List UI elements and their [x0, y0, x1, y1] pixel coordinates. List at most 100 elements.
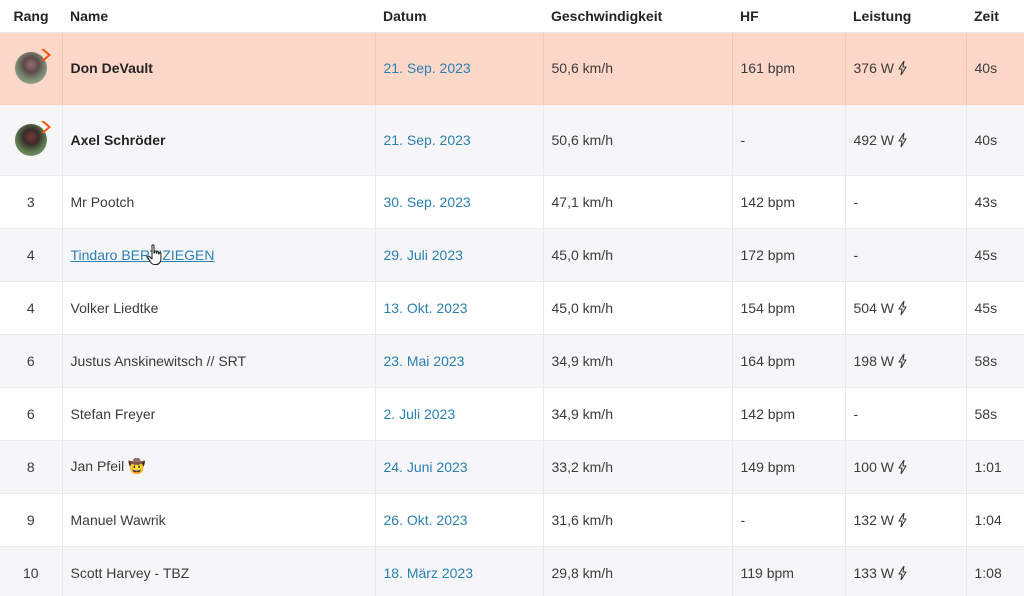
lightning-bolt-icon: [898, 300, 907, 315]
speed-cell: 31,6 km/h: [543, 493, 733, 547]
column-header-hf: HF: [732, 0, 845, 33]
power-value: 133 W: [853, 564, 894, 581]
table-row[interactable]: 8 Jan Pfeil 🤠 24. Juni 2023 33,2 km/h 14…: [0, 440, 1024, 494]
orange-chevron-badge-icon: [40, 120, 51, 133]
power-value: 492 W: [853, 131, 894, 148]
rank-value: 4: [0, 281, 63, 335]
athlete-name-cell: Tindaro BERTIZIEGEN: [62, 228, 376, 282]
athlete-name-cell: Axel Schröder: [62, 104, 376, 176]
power-cell: 133 W: [845, 546, 967, 596]
activity-date-link[interactable]: 13. Okt. 2023: [384, 300, 468, 316]
power-value: 198 W: [853, 352, 894, 369]
hf-cell: 154 bpm: [732, 281, 846, 335]
athlete-name-cell: Stefan Freyer: [62, 387, 376, 441]
time-cell: 40s: [966, 104, 1024, 176]
athlete-name-cell: Justus Anskinewitsch // SRT: [62, 334, 376, 388]
leaderboard-header: Rang Name Datum Geschwindigkeit HF Leist…: [0, 0, 1024, 33]
hf-cell: 164 bpm: [732, 334, 846, 388]
speed-cell: 34,9 km/h: [543, 334, 733, 388]
leaderboard-table: Rang Name Datum Geschwindigkeit HF Leist…: [0, 0, 1024, 596]
activity-date-link[interactable]: 21. Sep. 2023: [384, 132, 471, 148]
activity-date-link[interactable]: 2. Juli 2023: [384, 406, 456, 422]
athlete-name[interactable]: Jan Pfeil 🤠: [71, 458, 146, 474]
power-value: 100 W: [853, 458, 894, 475]
date-cell: 13. Okt. 2023: [375, 281, 544, 335]
activity-date-link[interactable]: 24. Juni 2023: [384, 459, 468, 475]
table-row[interactable]: 6 Stefan Freyer 2. Juli 2023 34,9 km/h 1…: [0, 387, 1024, 441]
leaderboard-body: Don DeVault 21. Sep. 2023 50,6 km/h 161 …: [0, 32, 1024, 596]
power-cell: 100 W: [845, 440, 967, 494]
power-value: -: [853, 246, 859, 263]
table-row[interactable]: Axel Schröder 21. Sep. 2023 50,6 km/h - …: [0, 104, 1024, 176]
hf-cell: 149 bpm: [732, 440, 846, 494]
activity-date-link[interactable]: 29. Juli 2023: [384, 247, 463, 263]
rank-value: 9: [0, 493, 63, 547]
activity-date-link[interactable]: 30. Sep. 2023: [384, 194, 471, 210]
athlete-name-cell: Scott Harvey - TBZ: [62, 546, 376, 596]
speed-cell: 33,2 km/h: [543, 440, 733, 494]
power-value: 132 W: [853, 511, 894, 528]
avatar[interactable]: [14, 120, 51, 156]
athlete-name[interactable]: Manuel Wawrik: [71, 512, 166, 528]
avatar[interactable]: [14, 49, 51, 84]
table-row[interactable]: 6 Justus Anskinewitsch // SRT 23. Mai 20…: [0, 334, 1024, 388]
speed-cell: 29,8 km/h: [543, 546, 733, 596]
power-value: 376 W: [853, 60, 894, 76]
activity-date-link[interactable]: 26. Okt. 2023: [384, 512, 468, 528]
time-cell: 1:04: [966, 493, 1024, 547]
header-row: Rang Name Datum Geschwindigkeit HF Leist…: [0, 0, 1024, 33]
date-cell: 21. Sep. 2023: [375, 32, 544, 105]
lightning-bolt-icon: [898, 132, 907, 147]
activity-date-link[interactable]: 21. Sep. 2023: [384, 60, 471, 76]
athlete-name[interactable]: Volker Liedtke: [71, 300, 159, 316]
lightning-bolt-icon: [898, 565, 907, 580]
athlete-name[interactable]: Stefan Freyer: [71, 406, 156, 422]
column-header-time: Zeit: [966, 0, 1024, 33]
power-cell: 376 W: [845, 32, 967, 105]
speed-cell: 50,6 km/h: [543, 104, 733, 176]
athlete-name-link[interactable]: Tindaro BERTIZIEGEN: [71, 247, 215, 263]
speed-cell: 34,9 km/h: [543, 387, 733, 441]
time-cell: 58s: [966, 334, 1024, 388]
power-cell: -: [845, 387, 967, 441]
power-cell: 504 W: [845, 281, 967, 335]
date-cell: 23. Mai 2023: [375, 334, 544, 388]
time-cell: 1:01: [966, 440, 1024, 494]
table-row[interactable]: 10 Scott Harvey - TBZ 18. März 2023 29,8…: [0, 546, 1024, 596]
power-cell: 198 W: [845, 334, 967, 388]
athlete-name-cell: Jan Pfeil 🤠: [62, 440, 376, 494]
hf-cell: 172 bpm: [732, 228, 846, 282]
hf-cell: -: [732, 104, 846, 176]
time-cell: 40s: [966, 32, 1024, 105]
column-header-rank: Rang: [0, 0, 62, 33]
table-row[interactable]: Don DeVault 21. Sep. 2023 50,6 km/h 161 …: [0, 32, 1024, 105]
athlete-name-cell: Don DeVault: [62, 32, 376, 105]
table-row[interactable]: 9 Manuel Wawrik 26. Okt. 2023 31,6 km/h …: [0, 493, 1024, 547]
power-cell: 492 W: [845, 104, 967, 176]
athlete-name[interactable]: Mr Pootch: [71, 194, 135, 210]
time-cell: 45s: [966, 281, 1024, 335]
date-cell: 24. Juni 2023: [375, 440, 544, 494]
lightning-bolt-icon: [898, 512, 907, 527]
athlete-name-cell: Manuel Wawrik: [62, 493, 376, 547]
speed-cell: 45,0 km/h: [543, 228, 733, 282]
rank-value: 6: [0, 334, 63, 388]
athlete-name[interactable]: Axel Schröder: [71, 132, 166, 148]
activity-date-link[interactable]: 18. März 2023: [384, 565, 474, 581]
table-row[interactable]: 4 Volker Liedtke 13. Okt. 2023 45,0 km/h…: [0, 281, 1024, 335]
rank-value: 10: [0, 546, 63, 596]
hf-cell: -: [732, 493, 846, 547]
power-value: -: [853, 193, 859, 210]
power-cell: 132 W: [845, 493, 967, 547]
athlete-name[interactable]: Scott Harvey - TBZ: [71, 565, 190, 581]
table-row[interactable]: 3 Mr Pootch 30. Sep. 2023 47,1 km/h 142 …: [0, 175, 1024, 229]
table-row[interactable]: 4 Tindaro BERTIZIEGEN 29. Juli 2023 45,0…: [0, 228, 1024, 282]
date-cell: 29. Juli 2023: [375, 228, 544, 282]
column-header-power: Leistung: [845, 0, 966, 33]
athlete-name[interactable]: Justus Anskinewitsch // SRT: [71, 353, 247, 369]
activity-date-link[interactable]: 23. Mai 2023: [384, 353, 465, 369]
athlete-name[interactable]: Don DeVault: [71, 60, 153, 76]
time-cell: 1:08: [966, 546, 1024, 596]
hf-cell: 142 bpm: [732, 175, 846, 229]
rank-cell: [0, 32, 63, 105]
